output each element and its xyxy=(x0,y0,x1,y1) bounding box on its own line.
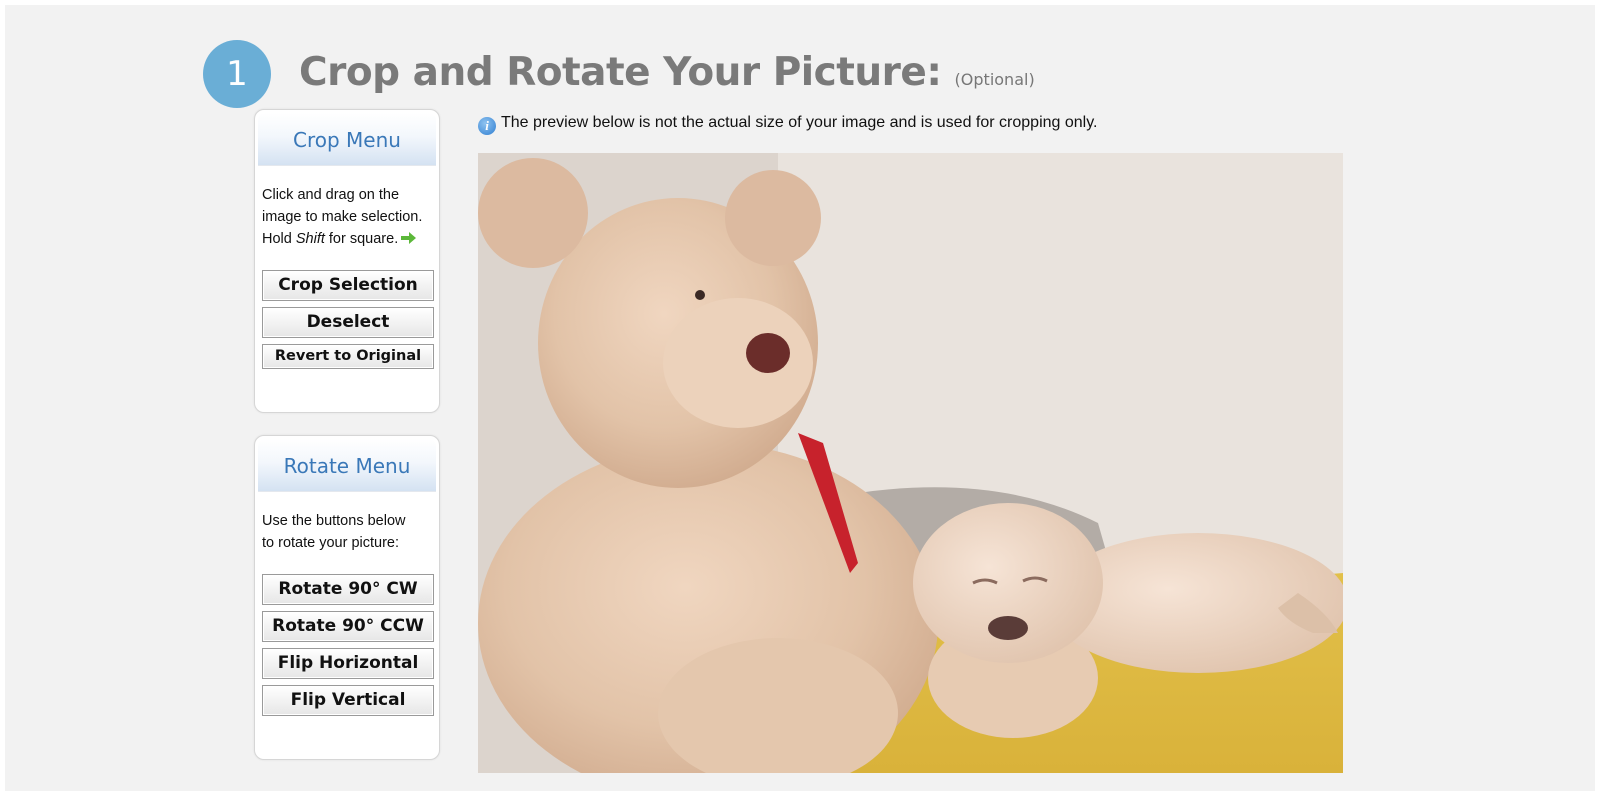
crop-instructions-line1: Click and drag on the xyxy=(262,187,400,203)
shift-key-text: Shift xyxy=(295,231,325,247)
page-title-text: Crop and Rotate Your Picture: xyxy=(299,50,942,95)
arrow-right-icon xyxy=(401,232,417,244)
flip-horizontal-button[interactable]: Flip Horizontal xyxy=(262,648,434,679)
teddy-bear-dog-photo xyxy=(478,153,1343,773)
flip-vertical-button[interactable]: Flip Vertical xyxy=(262,685,434,716)
rotate-menu-panel: Rotate Menu Use the buttons below to rot… xyxy=(254,435,440,760)
step-number-badge: 1 xyxy=(203,40,271,108)
crop-menu-panel: Crop Menu Click and drag on the image to… xyxy=(254,109,440,413)
crop-square-text: for square. xyxy=(324,231,399,247)
preview-info-note: i The preview below is not the actual siz… xyxy=(478,114,1097,135)
revert-to-original-button[interactable]: Revert to Original xyxy=(262,344,434,369)
crop-hold-text: Hold xyxy=(262,231,296,247)
crop-instructions: Click and drag on the image to make sele… xyxy=(262,184,439,250)
page-title: Crop and Rotate Your Picture: (Optional) xyxy=(299,50,1035,95)
crop-instructions-line2: image to make selection. xyxy=(262,209,423,225)
rotate-instructions-line2: to rotate your picture: xyxy=(262,535,400,551)
preview-info-text: The preview below is not the actual size… xyxy=(501,114,1098,131)
crop-instructions-line3: Hold Shift for square. xyxy=(262,228,439,250)
rotate-cw-button[interactable]: Rotate 90° CW xyxy=(262,574,434,605)
rotate-menu-title: Rotate Menu xyxy=(258,439,436,492)
rotate-ccw-button[interactable]: Rotate 90° CCW xyxy=(262,611,434,642)
rotate-instructions-line1: Use the buttons below xyxy=(262,513,406,529)
info-icon: i xyxy=(478,117,496,135)
crop-preview-image[interactable] xyxy=(478,153,1343,773)
crop-menu-title: Crop Menu xyxy=(258,113,436,166)
rotate-instructions: Use the buttons below to rotate your pic… xyxy=(262,510,439,554)
deselect-button[interactable]: Deselect xyxy=(262,307,434,338)
crop-selection-button[interactable]: Crop Selection xyxy=(262,270,434,301)
optional-label: (Optional) xyxy=(954,70,1035,89)
